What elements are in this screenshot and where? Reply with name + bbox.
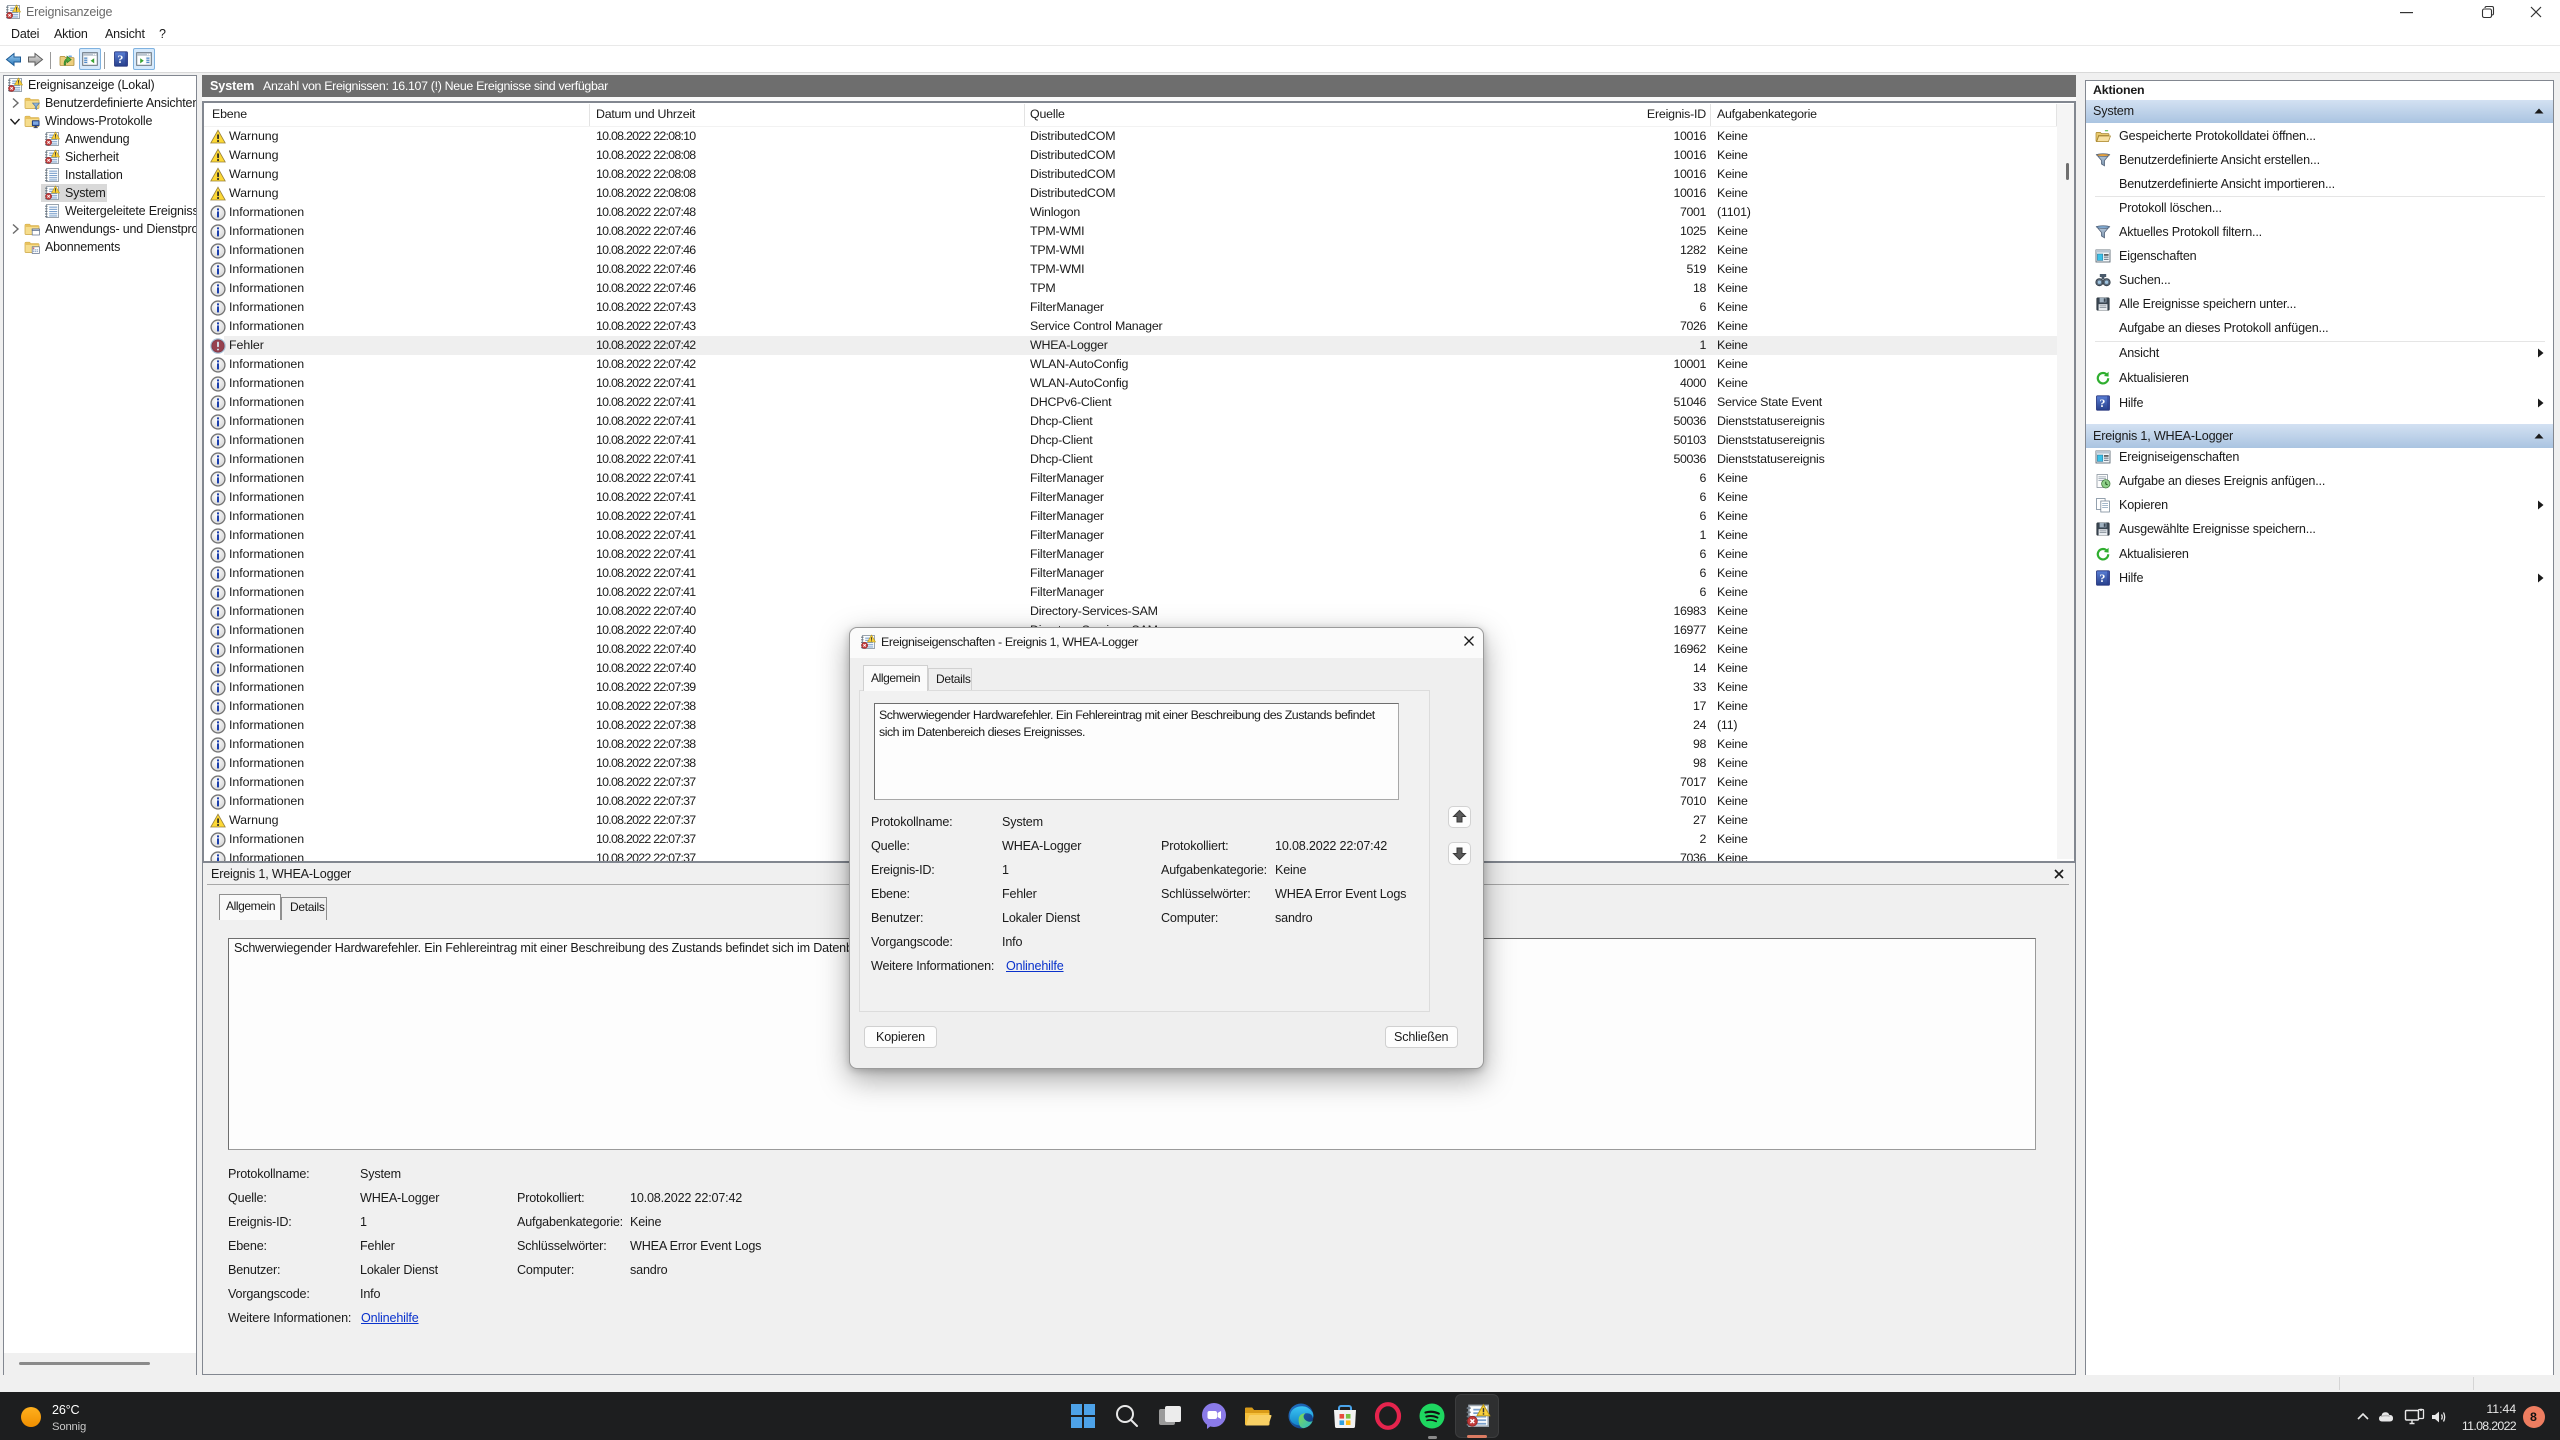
- svg-text:?: ?: [117, 52, 123, 66]
- svg-text:?: ?: [2099, 571, 2105, 585]
- svg-text:?: ?: [2099, 396, 2105, 410]
